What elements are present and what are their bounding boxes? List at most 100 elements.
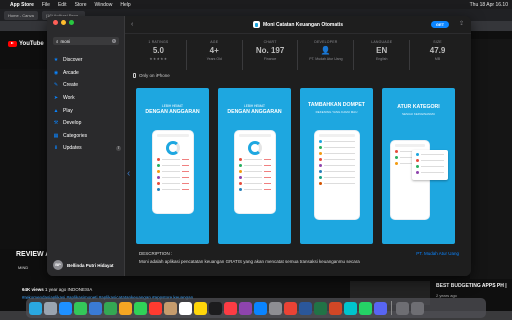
finder-icon[interactable] — [29, 301, 42, 315]
phone-mockup — [234, 130, 276, 214]
screenshot-caption: SESUAI KEINGINANMU — [401, 111, 435, 116]
chrome-icon[interactable] — [284, 301, 297, 315]
search-field[interactable]: ⌕ moni × — [53, 37, 119, 45]
trash-icon[interactable] — [411, 301, 424, 315]
app-icon — [252, 21, 260, 28]
launchpad-icon[interactable] — [44, 301, 57, 315]
youtube-logo[interactable]: YouTube — [8, 41, 44, 47]
category-popup — [412, 150, 448, 180]
stat-label: Developer — [314, 40, 338, 44]
word-icon[interactable] — [299, 301, 312, 315]
recommendation-title[interactable]: BEST BUDGETING APPS PH | — [436, 283, 512, 289]
app-store-dock-icon[interactable] — [254, 301, 267, 315]
photos-icon[interactable] — [119, 301, 132, 315]
screenshot-gallery[interactable]: ‹ LEBIH HEMAT DENGAN ANGGARAN LEBIH HEMA… — [127, 88, 463, 246]
downloads-folder-icon[interactable] — [396, 301, 409, 315]
sidebar-item-updates[interactable]: ⬇ Updates 7 — [53, 142, 121, 155]
music-icon[interactable] — [224, 301, 237, 315]
clock[interactable]: Thu 18 Apr 16.10 — [470, 2, 508, 8]
zoom-icon[interactable] — [374, 301, 387, 315]
screenshot[interactable]: ATUR KATEGORI SESUAI KEINGINANMU — [382, 88, 455, 244]
settings-icon[interactable] — [269, 301, 282, 315]
get-button[interactable]: GET — [431, 21, 449, 28]
updates-badge: 7 — [116, 145, 121, 151]
maps-icon[interactable] — [104, 301, 117, 315]
app-detail-page: ‹ Moni Catatan Keuangan Otomatis GET ⇪ 1… — [125, 16, 471, 276]
sidebar-item-label: Play — [63, 107, 73, 114]
stat-sub: English — [375, 57, 388, 61]
sidebar-item-play[interactable]: ▲ Play — [53, 104, 121, 117]
app-stats: 1 Ratings 5.0 ★★★★★ Age 4+ Years Old Cha… — [125, 36, 471, 74]
stat-chart[interactable]: Chart No. 197 Finance — [243, 40, 299, 70]
screenshot-caption: LEBIH HEMAT — [243, 104, 266, 108]
sidebar-item-create[interactable]: ✎ Create — [53, 79, 121, 92]
menu-edit[interactable]: Edit — [58, 2, 67, 8]
iphone-icon — [133, 73, 136, 78]
account-name: Bellinda Putri Hidayat — [67, 262, 114, 268]
zoom-window-button[interactable] — [69, 20, 74, 25]
sidebar-item-develop[interactable]: ⚒ Develop — [53, 117, 121, 130]
screenshot[interactable]: LEBIH HEMAT DENGAN ANGGARAN — [136, 88, 209, 244]
developer-link[interactable]: PT. Mudah Atur Uang — [416, 251, 459, 256]
video-player[interactable] — [0, 69, 48, 249]
close-window-button[interactable] — [53, 20, 58, 25]
sidebar: ⌕ moni × ★ Discover ◉ Arcade ✎ Create ➤ … — [47, 16, 125, 276]
stat-label: Chart — [263, 40, 277, 44]
app-store-window: ⌕ moni × ★ Discover ◉ Arcade ✎ Create ➤ … — [47, 16, 471, 276]
views-meta: 1 year ago INDONESIA — [43, 287, 93, 292]
messages-icon[interactable] — [74, 301, 87, 315]
whatsapp-icon[interactable] — [359, 301, 372, 315]
menu-help[interactable]: Help — [120, 2, 130, 8]
screenshot[interactable]: TAMBAHKAN DOMPET REKENING YANG KAMU MAU — [300, 88, 373, 244]
grid-icon: ▦ — [53, 132, 59, 139]
safari-icon[interactable] — [59, 301, 72, 315]
sidebar-item-discover[interactable]: ★ Discover — [53, 54, 121, 67]
recommendations-panel — [470, 39, 512, 279]
dock-separator — [391, 301, 392, 315]
sidebar-item-work[interactable]: ➤ Work — [53, 92, 121, 105]
share-icon[interactable]: ⇪ — [459, 20, 464, 27]
stat-language: Language EN English — [354, 40, 411, 70]
canva-icon[interactable] — [344, 301, 357, 315]
stat-sub: MB — [434, 57, 441, 61]
sidebar-item-arcade[interactable]: ◉ Arcade — [53, 67, 121, 80]
account-button[interactable]: BP Bellinda Putri Hidayat — [53, 260, 114, 270]
stat-ratings[interactable]: 1 Ratings 5.0 ★★★★★ — [131, 40, 187, 70]
calendar-icon[interactable] — [149, 301, 162, 315]
mail-icon[interactable] — [89, 301, 102, 315]
avatar: BP — [53, 260, 63, 270]
menu-file[interactable]: File — [42, 2, 50, 8]
sidebar-item-categories[interactable]: ▦ Categories — [53, 130, 121, 143]
youtube-wordmark: YouTube — [19, 41, 44, 47]
clear-search-icon[interactable]: × — [111, 38, 116, 44]
facetime-icon[interactable] — [134, 301, 147, 315]
excel-icon[interactable] — [314, 301, 327, 315]
menu-app-name[interactable]: App Store — [10, 2, 34, 8]
menu-store[interactable]: Store — [75, 2, 87, 8]
stat-label: Size — [433, 40, 442, 44]
powerpoint-icon[interactable] — [329, 301, 342, 315]
chevron-left-icon[interactable]: ‹ — [127, 168, 130, 179]
menu-window[interactable]: Window — [95, 2, 113, 8]
sidebar-item-label: Work — [63, 95, 75, 102]
notes-icon[interactable] — [194, 301, 207, 315]
podcasts-icon[interactable] — [239, 301, 252, 315]
platform-note: Only on iPhone — [133, 73, 170, 78]
back-chevron-icon[interactable]: ‹ — [131, 21, 133, 28]
sidebar-item-label: Categories — [63, 132, 88, 139]
screenshot-caption: REKENING YANG KAMU MAU — [315, 109, 358, 114]
stat-label: 1 Ratings — [148, 40, 169, 44]
minimize-window-button[interactable] — [61, 20, 66, 25]
search-input[interactable]: moni — [61, 39, 71, 44]
star-icon: ★ — [53, 57, 59, 64]
stat-size: Size 47.9 MB — [410, 40, 465, 70]
contacts-icon[interactable] — [164, 301, 177, 315]
channel-name[interactable]: MIND — [18, 265, 28, 270]
browser-tab[interactable]: Home - Canva — [4, 10, 38, 20]
reminders-icon[interactable] — [179, 301, 192, 315]
views-count: 64K views — [22, 287, 44, 292]
tv-icon[interactable] — [209, 301, 222, 315]
screenshot[interactable]: LEBIH HEMAT DENGAN ANGGARAN — [218, 88, 291, 244]
stat-developer[interactable]: Developer 👤 PT. Mudah Atur Uang — [298, 40, 355, 70]
brush-icon: ✎ — [53, 82, 59, 89]
